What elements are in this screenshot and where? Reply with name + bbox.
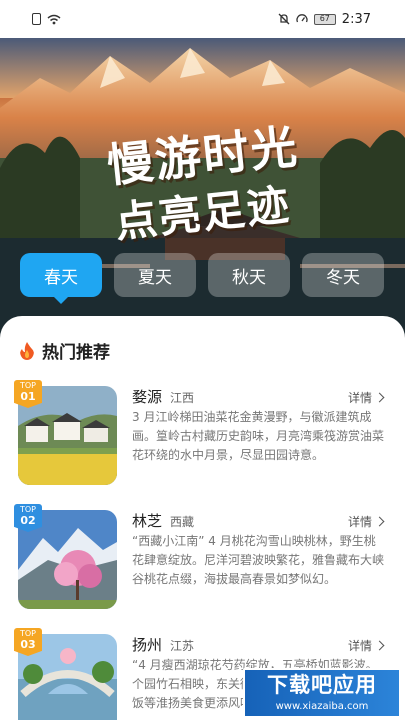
destination-description: 3 月江岭梯田油菜花金黄漫野，与徽派建筑成画。篁岭古村藏历史韵味，月亮湾乘筏游赏… xyxy=(132,410,385,462)
destination-name: 林芝 xyxy=(132,512,163,530)
badge-top-label: TOP xyxy=(14,504,42,515)
rank-badge: TOP 02 xyxy=(14,504,42,534)
detail-link[interactable]: 详情 xyxy=(347,513,385,530)
season-tabs: 春天 夏天 秋天 冬天 xyxy=(20,253,390,304)
fire-icon xyxy=(20,341,34,360)
detail-label: 详情 xyxy=(347,639,372,653)
watermark-main: 下载吧应用 xyxy=(267,673,377,697)
item-header: 林芝 西藏 详情 xyxy=(132,510,385,530)
tab-autumn[interactable]: 秋天 xyxy=(208,253,290,297)
destination-region: 江苏 xyxy=(170,639,195,653)
watermark-logo: 下载吧应用 www.xiazaiba.com xyxy=(243,668,401,718)
item-header: 扬州 江苏 详情 xyxy=(132,634,385,654)
speed-meter-icon xyxy=(296,14,308,23)
section-header: 热门推荐 xyxy=(0,316,405,363)
detail-link[interactable]: 详情 xyxy=(347,637,385,654)
tab-spring[interactable]: 春天 xyxy=(20,253,102,304)
badge-top-label: TOP xyxy=(14,628,42,639)
watermark-sub: www.xiazaiba.com xyxy=(275,701,369,712)
detail-label: 详情 xyxy=(347,391,372,405)
chevron-right-icon xyxy=(374,516,385,527)
item-header: 婺源 江西 详情 xyxy=(132,386,385,406)
content-panel: 热门推荐 TOP 01 婺源 江西 详情 3 月江岭梯田油菜花金黄漫野，与徽派建… xyxy=(0,316,405,720)
destination-name: 婺源 xyxy=(132,388,163,406)
list-item[interactable]: TOP 02 林芝 西藏 详情 “西藏小江南” 4 月桃花沟雪山映桃林，野生桃花… xyxy=(0,504,405,630)
chevron-right-icon xyxy=(374,392,385,403)
tab-summer[interactable]: 夏天 xyxy=(114,253,196,297)
destination-region: 江西 xyxy=(170,391,195,405)
wifi-icon xyxy=(47,14,61,24)
list-item[interactable]: TOP 01 婺源 江西 详情 3 月江岭梯田油菜花金黄漫野，与徽派建筑成画。篁… xyxy=(0,380,405,506)
detail-label: 详情 xyxy=(347,515,372,529)
badge-rank: 01 xyxy=(14,391,42,408)
battery-indicator: 67 xyxy=(313,13,336,25)
badge-rank: 03 xyxy=(14,639,42,656)
status-bar: 67 2:37 xyxy=(0,0,405,38)
rank-badge: TOP 03 xyxy=(14,628,42,658)
sim-card-icon xyxy=(32,13,41,25)
badge-top-label: TOP xyxy=(14,380,42,391)
tab-winter[interactable]: 冬天 xyxy=(302,253,384,297)
section-title: 热门推荐 xyxy=(42,343,110,363)
destination-name: 扬州 xyxy=(132,636,163,654)
badge-rank: 02 xyxy=(14,515,42,532)
detail-link[interactable]: 详情 xyxy=(347,389,385,406)
hero-title: 慢游时光 点亮足迹 xyxy=(0,119,405,247)
destination-description: “西藏小江南” 4 月桃花沟雪山映桃林，野生桃花肆意绽放。尼洋河碧波映繁花，雅鲁… xyxy=(132,534,385,586)
mute-bell-icon xyxy=(278,13,290,25)
status-time: 2:37 xyxy=(341,11,371,27)
destination-region: 西藏 xyxy=(170,515,195,529)
rank-badge: TOP 01 xyxy=(14,380,42,410)
chevron-right-icon xyxy=(374,640,385,651)
